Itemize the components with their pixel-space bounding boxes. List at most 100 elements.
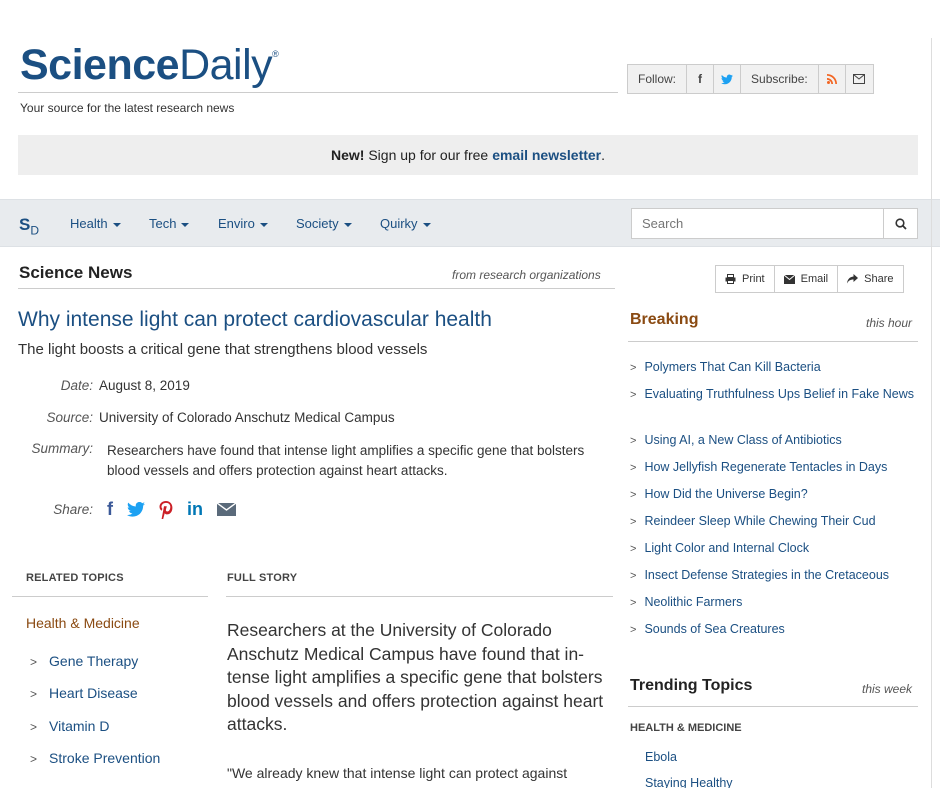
related-item[interactable]: > Gene Therapy: [30, 653, 138, 669]
chevron-right-icon: >: [30, 655, 38, 669]
chevron-right-icon: >: [630, 624, 637, 636]
trending-item[interactable]: Staying Healthy: [645, 776, 733, 788]
nav-society[interactable]: Society: [296, 216, 352, 231]
follow-bar: Follow: f Subscribe:: [627, 64, 874, 94]
site-tagline: Your source for the latest research news: [20, 101, 235, 115]
related-topics-heading: RELATED TOPICS: [26, 572, 124, 584]
breaking-item[interactable]: > Reindeer Sleep While Chewing Their Cud: [630, 512, 915, 531]
source-value: University of Colorado Anschutz Medical …: [99, 410, 395, 425]
trending-item[interactable]: Ebola: [645, 750, 677, 764]
breaking-item[interactable]: > How Jellyfish Regenerate Tentacles in D…: [630, 458, 915, 477]
breaking-item[interactable]: > Polymers That Can Kill Bacteria: [630, 358, 915, 377]
email-button[interactable]: Email: [775, 266, 839, 292]
chevron-down-icon: [422, 222, 431, 227]
print-button[interactable]: Print: [716, 266, 775, 292]
trending-category: HEALTH & MEDICINE: [630, 722, 742, 734]
summary-label: Summary:: [31, 441, 93, 456]
chevron-right-icon: >: [630, 362, 637, 374]
search-box: [631, 208, 918, 239]
search-button[interactable]: [883, 209, 917, 238]
print-icon: [725, 274, 736, 284]
summary-label-row: Summary:: [18, 441, 99, 456]
breaking-item[interactable]: > Neolithic Farmers: [630, 593, 915, 612]
nav-tech[interactable]: Tech: [149, 216, 190, 231]
source-label: Source:: [46, 410, 93, 425]
sd-home-icon[interactable]: SD: [19, 215, 39, 237]
date-row: Date: August 8, 2019: [18, 378, 190, 393]
chevron-down-icon: [343, 222, 352, 227]
trending-title: Trending Topics: [630, 677, 753, 694]
breaking-item[interactable]: > Using AI, a New Class of Antibiotics: [630, 431, 915, 450]
search-input[interactable]: [632, 209, 883, 238]
chevron-down-icon: [259, 222, 268, 227]
email-subscribe-icon[interactable]: [846, 65, 873, 93]
article-tools: Print Email Share: [715, 265, 904, 293]
breaking-item[interactable]: > Evaluating Truthfulness Ups Belief in F…: [630, 385, 915, 404]
breaking-subtitle: this hour: [866, 316, 913, 330]
article-subhead: The light boosts a critical gene that st…: [18, 341, 428, 358]
section-subtitle: from research organizations: [452, 268, 601, 282]
breaking-title: Breaking: [630, 311, 699, 328]
follow-label: Follow:: [628, 65, 688, 93]
facebook-share-icon[interactable]: f: [107, 499, 113, 520]
share-row: Share: f in: [18, 499, 250, 520]
logo-science: Science: [20, 41, 180, 89]
linkedin-share-icon[interactable]: in: [187, 499, 203, 520]
nav-quirky[interactable]: Quirky: [380, 216, 431, 231]
story-lead-paragraph: Researchers at the University of Colorad…: [227, 620, 604, 734]
chevron-right-icon: >: [630, 570, 637, 582]
page-right-border: [931, 38, 932, 788]
logo-registered-mark: ®: [272, 49, 279, 59]
newsletter-new-label: New!: [330, 147, 365, 163]
story-divider: [226, 596, 613, 597]
section-title: Science News: [19, 263, 133, 282]
chevron-right-icon: >: [30, 720, 38, 734]
source-row: Source: University of Colorado Anschutz M…: [18, 410, 395, 425]
section-divider: [18, 288, 615, 289]
share-arrow-icon: [847, 274, 859, 284]
chevron-right-icon: >: [630, 543, 637, 555]
chevron-down-icon: [181, 222, 190, 227]
facebook-icon[interactable]: f: [687, 65, 715, 93]
breaking-item[interactable]: > Light Color and Internal Clock: [630, 539, 915, 558]
trending-subtitle: this week: [862, 682, 913, 696]
chevron-right-icon: >: [30, 752, 38, 766]
breaking-item[interactable]: > Sounds of Sea Creatures: [630, 620, 915, 639]
chevron-down-icon: [112, 222, 121, 227]
chevron-right-icon: >: [630, 516, 637, 528]
rss-icon[interactable]: [819, 65, 846, 93]
search-icon: [894, 217, 907, 230]
envelope-icon: [783, 274, 795, 284]
chevron-right-icon: >: [30, 687, 38, 701]
related-item[interactable]: > Heart Disease: [30, 685, 138, 701]
chevron-right-icon: >: [630, 597, 637, 609]
chevron-right-icon: >: [630, 462, 637, 474]
pinterest-share-icon[interactable]: [159, 500, 173, 519]
related-item[interactable]: > Stroke Prevention: [30, 750, 160, 766]
breaking-item[interactable]: > How Did the Universe Begin?: [630, 485, 915, 504]
related-divider: [12, 596, 208, 597]
breaking-item[interactable]: > Insect Defense Strategies in the Cretac…: [630, 566, 915, 585]
related-category[interactable]: Health & Medicine: [26, 615, 140, 631]
date-label: Date:: [60, 378, 93, 393]
twitter-icon[interactable]: [714, 65, 742, 93]
summary-value: Researchers have found that intense ligh…: [107, 443, 585, 478]
story-paragraph: "We already knew that intense light can …: [227, 765, 568, 781]
subscribe-label: Subscribe:: [741, 65, 819, 93]
chevron-right-icon: >: [630, 489, 637, 501]
share-button[interactable]: Share: [838, 266, 902, 292]
nav-health[interactable]: Health: [70, 216, 121, 231]
header-divider: [18, 92, 618, 93]
site-logo[interactable]: ScienceDaily®: [20, 41, 279, 89]
logo-daily: Daily: [179, 41, 273, 89]
related-item[interactable]: > Vitamin D: [30, 718, 109, 734]
newsletter-text: Sign up for our free: [368, 147, 489, 163]
newsletter-period: .: [601, 147, 606, 163]
email-share-icon[interactable]: [217, 503, 236, 516]
twitter-share-icon[interactable]: [127, 502, 145, 517]
breaking-divider: [628, 341, 918, 342]
nav-enviro[interactable]: Enviro: [218, 216, 268, 231]
trending-divider: [628, 706, 918, 707]
chevron-right-icon: >: [630, 389, 637, 401]
newsletter-link[interactable]: email newsletter: [492, 147, 601, 163]
